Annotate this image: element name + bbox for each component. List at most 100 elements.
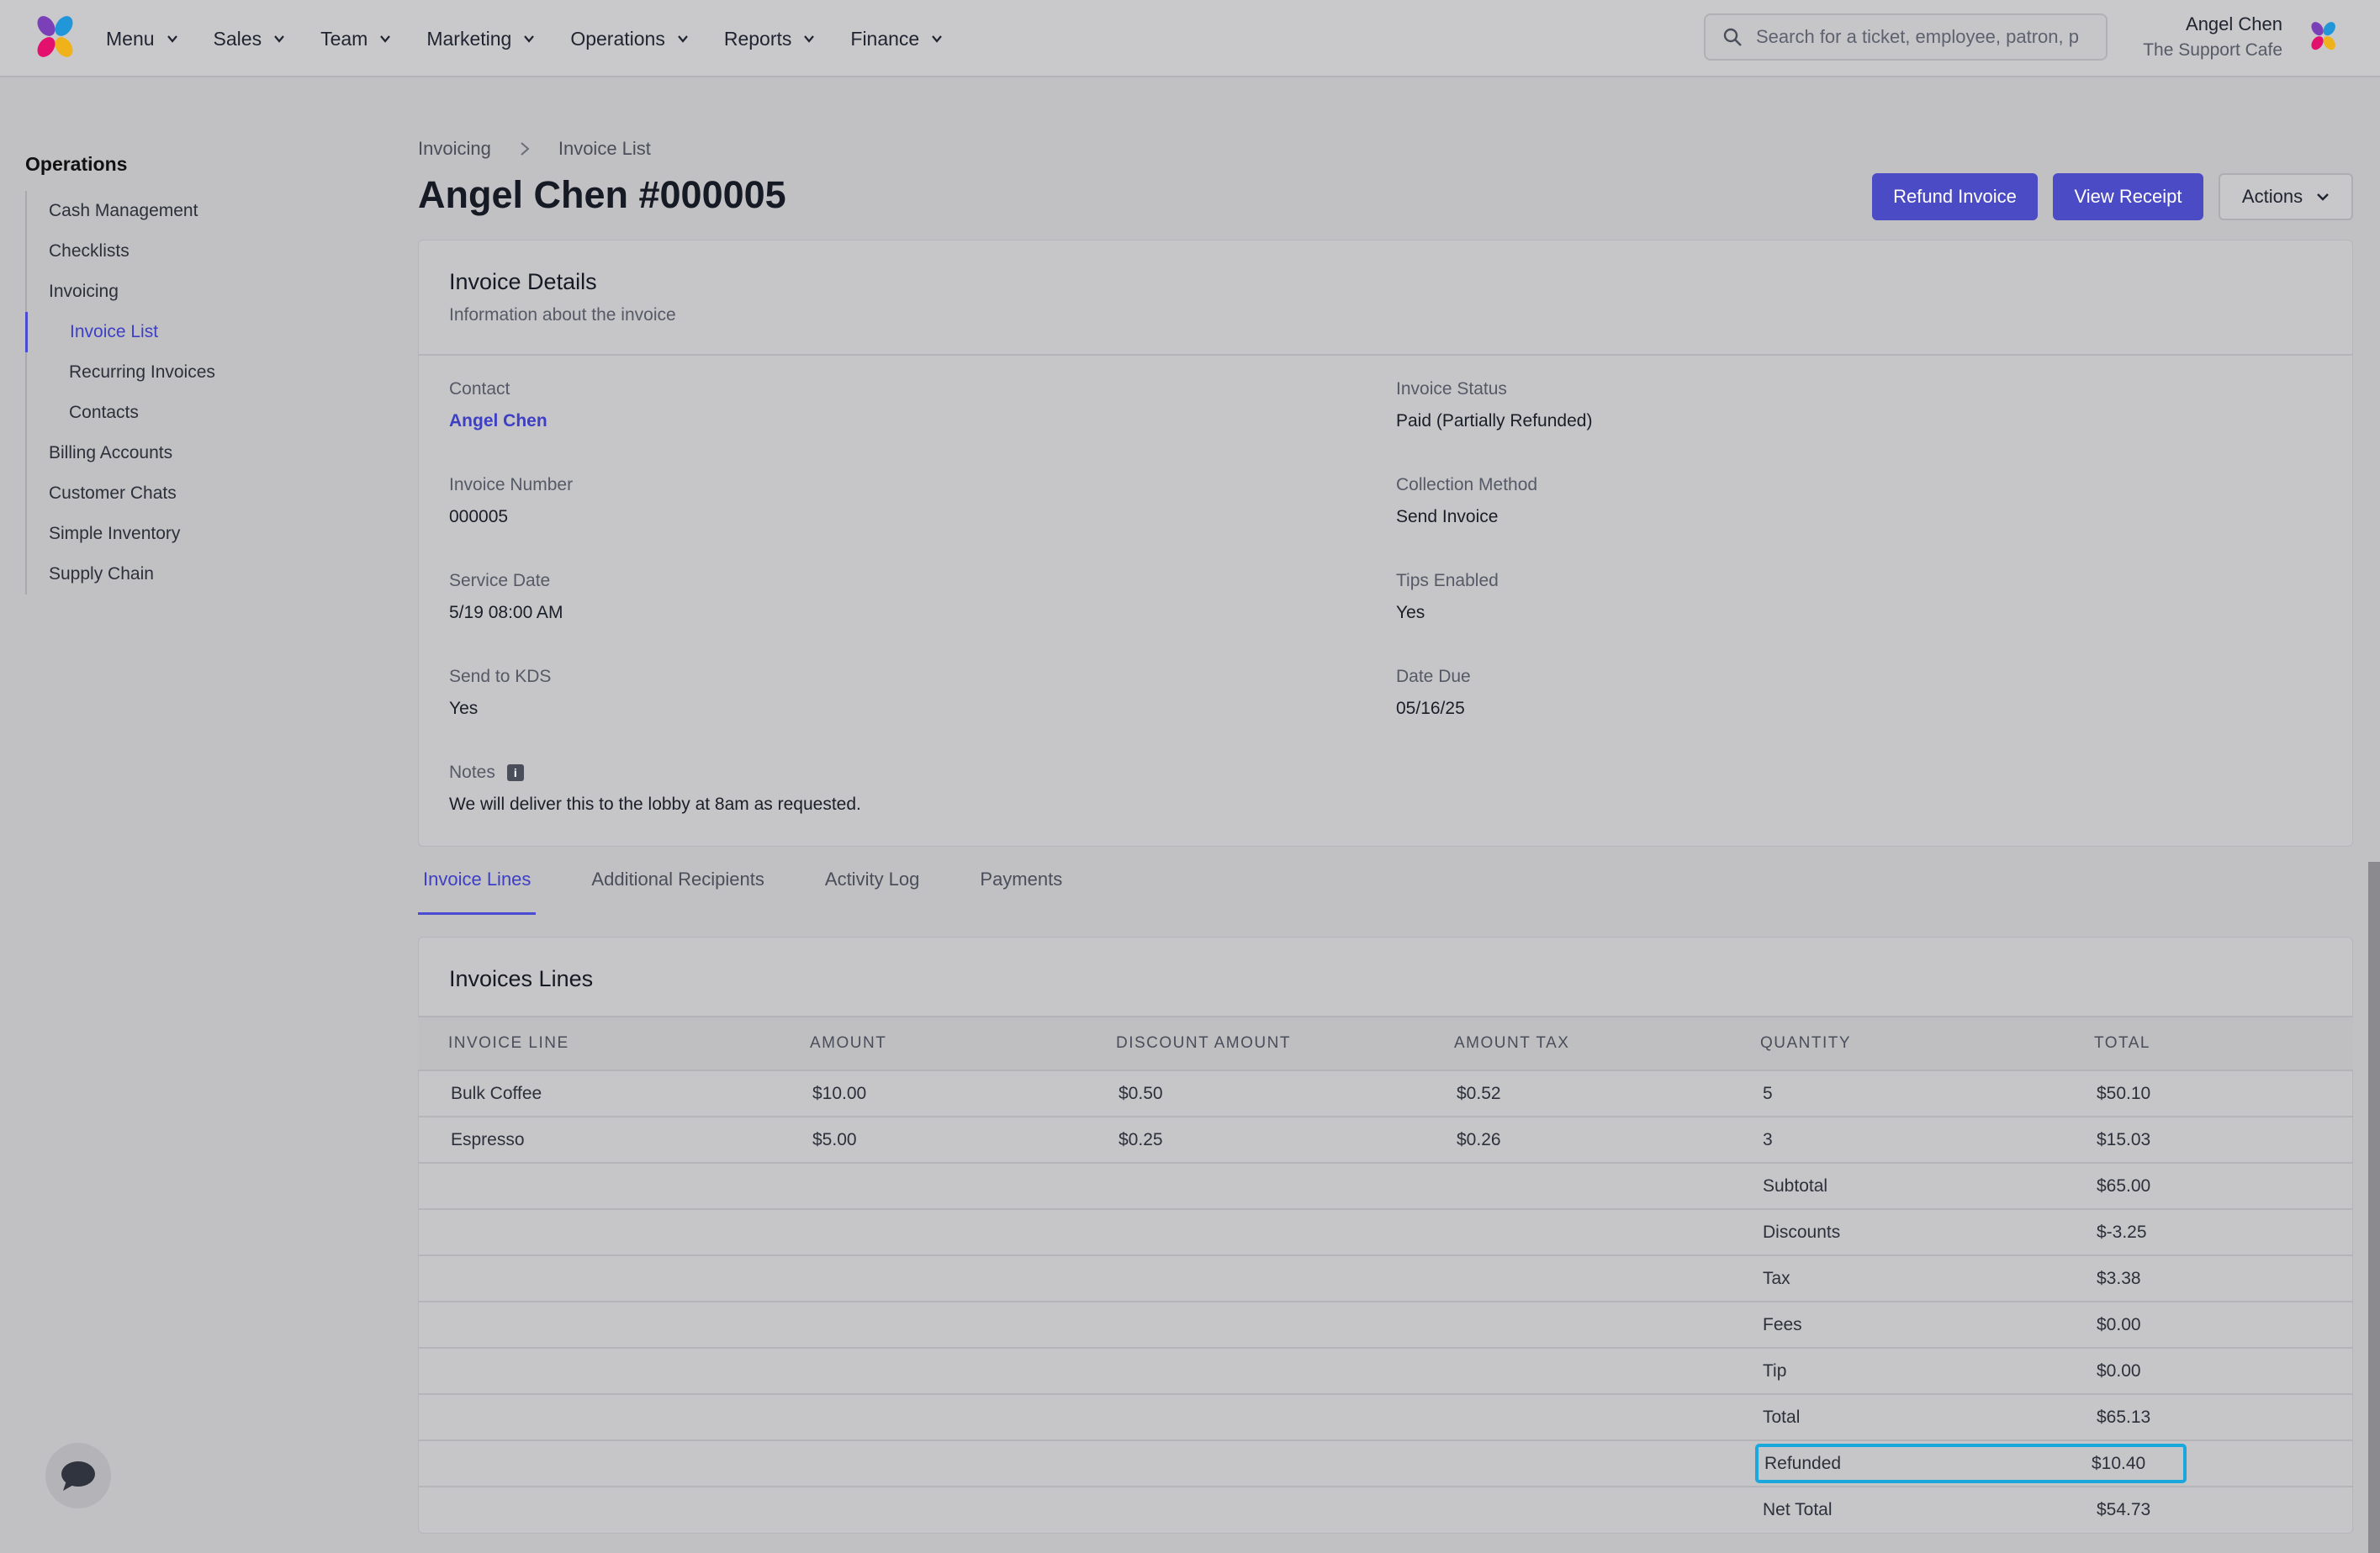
nav-item-label: Menu bbox=[106, 27, 155, 50]
nav-item-finance[interactable]: Finance bbox=[850, 28, 943, 50]
sidebar-item-recurring-invoices[interactable]: Recurring Invoices bbox=[27, 352, 362, 393]
chevron-down-icon bbox=[677, 35, 688, 43]
sidebar-item-contacts[interactable]: Contacts bbox=[27, 393, 362, 433]
sidebar-list: Cash Management Checklists Invoicing Inv… bbox=[25, 191, 362, 594]
summary-row-total: Total $65.13 bbox=[418, 1394, 2353, 1441]
invoice-lines-title: Invoices Lines bbox=[449, 966, 594, 991]
nav-item-menu[interactable]: Menu bbox=[106, 28, 178, 50]
summary-value: $0.00 bbox=[2094, 1302, 2353, 1349]
cell-total: $15.03 bbox=[2094, 1117, 2353, 1164]
nav-item-label: Sales bbox=[213, 27, 262, 50]
table-header-row: INVOICE LINE AMOUNT DISCOUNT AMOUNT AMOU… bbox=[418, 1016, 2353, 1071]
summary-value: $0.00 bbox=[2094, 1348, 2353, 1395]
nav-item-label: Reports bbox=[723, 27, 792, 50]
cell-invoice-line: Espresso bbox=[418, 1117, 810, 1164]
actions-dropdown[interactable]: Actions bbox=[2219, 173, 2353, 220]
tab-additional-recipients[interactable]: Additional Recipients bbox=[586, 854, 769, 915]
summary-label: Subtotal bbox=[1760, 1163, 2094, 1210]
invoice-status-value: Paid (Partially Refunded) bbox=[1396, 411, 1593, 431]
nav-item-sales[interactable]: Sales bbox=[214, 28, 286, 50]
org-logo-icon[interactable] bbox=[2308, 20, 2340, 52]
table-row[interactable]: Bulk Coffee $10.00 $0.50 $0.52 5 $50.10 bbox=[418, 1070, 2353, 1117]
nav-item-team[interactable]: Team bbox=[320, 28, 391, 50]
sidebar-item-checklists[interactable]: Checklists bbox=[27, 231, 362, 272]
tabs: Invoice Lines Additional Recipients Acti… bbox=[418, 854, 1118, 915]
chat-launcher-button[interactable] bbox=[45, 1443, 111, 1508]
cell-discount-amount: $0.50 bbox=[1116, 1070, 1454, 1117]
chevron-down-icon bbox=[2317, 193, 2329, 201]
nav-item-operations[interactable]: Operations bbox=[570, 28, 689, 50]
contact-link[interactable]: Angel Chen bbox=[449, 411, 547, 431]
chevron-down-icon bbox=[932, 35, 943, 43]
sidebar-item-simple-inventory[interactable]: Simple Inventory bbox=[27, 514, 362, 554]
app-logo-icon[interactable] bbox=[32, 13, 79, 61]
date-due-label: Date Due bbox=[1396, 667, 1471, 686]
nav-item-reports[interactable]: Reports bbox=[724, 28, 816, 50]
summary-row-net-total: Net Total $54.73 bbox=[418, 1487, 2353, 1533]
view-receipt-button[interactable]: View Receipt bbox=[2053, 173, 2203, 220]
sidebar: Operations Cash Management Checklists In… bbox=[25, 153, 362, 594]
nav-item-label: Finance bbox=[850, 27, 920, 50]
column-header-quantity: QUANTITY bbox=[1760, 1016, 2094, 1071]
user-org: The Support Cafe bbox=[2143, 40, 2282, 60]
summary-label: Discounts bbox=[1760, 1209, 2094, 1256]
invoice-lines-header: Invoices Lines bbox=[419, 938, 2352, 1021]
summary-label: Net Total bbox=[1763, 1500, 1833, 1519]
summary-value: $10.40 bbox=[2092, 1453, 2146, 1473]
sidebar-item-customer-chats[interactable]: Customer Chats bbox=[27, 473, 362, 514]
date-due-value: 05/16/25 bbox=[1396, 699, 1465, 718]
page-title: Angel Chen #000005 bbox=[418, 173, 786, 216]
summary-value: $54.73 bbox=[2097, 1500, 2151, 1519]
sidebar-item-supply-chain[interactable]: Supply Chain bbox=[27, 554, 362, 594]
summary-row-fees: Fees $0.00 bbox=[418, 1302, 2353, 1349]
nav-item-label: Operations bbox=[570, 27, 665, 50]
breadcrumb-invoice-list[interactable]: Invoice List bbox=[558, 138, 651, 160]
invoice-details-card: Invoice Details Information about the in… bbox=[418, 240, 2353, 847]
summary-value: $65.13 bbox=[2094, 1394, 2353, 1441]
nav-item-label: Marketing bbox=[426, 27, 512, 50]
chevron-right-icon bbox=[521, 142, 530, 156]
summary-label: Tax bbox=[1760, 1255, 2094, 1302]
contact-field: Contact Angel Chen bbox=[449, 379, 547, 431]
breadcrumb: Invoicing Invoice List bbox=[418, 138, 651, 160]
user-name: Angel Chen bbox=[2186, 13, 2282, 34]
page-scrollbar[interactable] bbox=[2368, 862, 2380, 1553]
main-nav: Menu Sales Team Marketing Operations Reports F… bbox=[106, 0, 978, 77]
search-icon bbox=[1723, 28, 1742, 46]
collection-method-label: Collection Method bbox=[1396, 475, 1538, 494]
summary-label: Fees bbox=[1760, 1302, 2094, 1349]
cell-amount: $5.00 bbox=[810, 1117, 1116, 1164]
cell-quantity: 5 bbox=[1760, 1070, 2094, 1117]
tab-activity-log[interactable]: Activity Log bbox=[820, 854, 925, 915]
cell-amount-tax: $0.26 bbox=[1454, 1117, 1760, 1164]
summary-value: $3.38 bbox=[2094, 1255, 2353, 1302]
breadcrumb-invoicing[interactable]: Invoicing bbox=[418, 138, 491, 160]
search-input[interactable] bbox=[1756, 26, 2101, 48]
summary-row-tip: Tip $0.00 bbox=[418, 1348, 2353, 1395]
search-box[interactable] bbox=[1704, 13, 2108, 61]
table-row[interactable]: Espresso $5.00 $0.25 $0.26 3 $15.03 bbox=[418, 1117, 2353, 1164]
tips-enabled-field: Tips Enabled Yes bbox=[1396, 571, 1499, 623]
sidebar-item-invoice-list[interactable]: Invoice List bbox=[25, 312, 362, 352]
notes-field: Notes i We will deliver this to the lobb… bbox=[449, 763, 861, 815]
nav-item-marketing[interactable]: Marketing bbox=[426, 28, 535, 50]
refund-invoice-button[interactable]: Refund Invoice bbox=[1872, 173, 2038, 220]
sidebar-item-invoicing[interactable]: Invoicing bbox=[27, 272, 362, 312]
summary-label: Tip bbox=[1760, 1348, 2094, 1395]
cell-discount-amount: $0.25 bbox=[1116, 1117, 1454, 1164]
summary-row-refunded: Refunded $10.40 bbox=[418, 1440, 2353, 1487]
summary-value: $65.00 bbox=[2094, 1163, 2353, 1210]
info-icon[interactable]: i bbox=[506, 764, 524, 781]
column-header-invoice-line: INVOICE LINE bbox=[418, 1016, 810, 1071]
collection-method-field: Collection Method Send Invoice bbox=[1396, 475, 1537, 527]
tab-invoice-lines[interactable]: Invoice Lines bbox=[418, 854, 537, 915]
user-info[interactable]: Angel Chen The Support Cafe bbox=[2143, 13, 2282, 61]
notes-value: We will deliver this to the lobby at 8am… bbox=[449, 795, 861, 814]
send-to-kds-field: Send to KDS Yes bbox=[449, 667, 551, 719]
refunded-highlight[interactable]: Refunded $10.40 bbox=[1755, 1444, 2187, 1483]
chevron-down-icon bbox=[167, 35, 177, 43]
sidebar-item-cash-management[interactable]: Cash Management bbox=[27, 191, 362, 231]
tab-payments[interactable]: Payments bbox=[975, 854, 1067, 915]
chat-icon bbox=[61, 1461, 95, 1491]
sidebar-item-billing-accounts[interactable]: Billing Accounts bbox=[27, 433, 362, 473]
